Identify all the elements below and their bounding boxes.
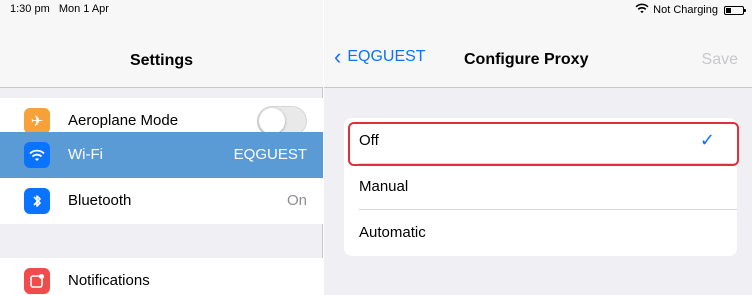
configure-proxy-pane: ‹ EQGUEST Configure Proxy Save Off ✓ Man… — [324, 0, 752, 295]
wifi-status-icon — [635, 3, 649, 17]
checkmark-icon: ✓ — [699, 130, 715, 150]
sidebar-item-label: Wi-Fi — [68, 146, 103, 163]
notifications-icon — [24, 268, 50, 294]
option-label: Off — [359, 132, 379, 149]
sidebar-item-label: Bluetooth — [68, 192, 132, 209]
sidebar-item-notifications[interactable]: Notifications — [0, 258, 323, 295]
status-date-value: Mon 1 Apr — [58, 3, 109, 15]
airplane-icon: ✈ — [24, 108, 50, 134]
ipad-screen: Settings ✈ Aeroplane Mode Wi-Fi EQGUEST — [0, 0, 752, 295]
settings-sidebar: Settings ✈ Aeroplane Mode Wi-Fi EQGUEST — [0, 0, 323, 295]
sidebar-item-bluetooth[interactable]: Bluetooth On — [0, 178, 323, 224]
option-label: Automatic — [359, 224, 426, 241]
page-title: Configure Proxy — [464, 51, 589, 68]
wifi-icon — [24, 142, 50, 168]
wifi-network-name: EQGUEST — [233, 146, 307, 163]
status-time: 1:30 pm Mon 1 Apr — [10, 3, 109, 15]
back-label: EQGUEST — [347, 48, 426, 65]
sidebar-item-label: Notifications — [68, 272, 150, 289]
sidebar-item-wifi[interactable]: Wi-Fi EQGUEST — [0, 132, 323, 178]
back-button[interactable]: ‹ EQGUEST — [334, 44, 426, 69]
settings-title: Settings — [129, 52, 194, 69]
status-time-value: 1:30 pm — [10, 3, 50, 15]
battery-icon — [724, 5, 746, 15]
status-right: Not Charging — [635, 3, 746, 17]
sidebar-item-label: Aeroplane Mode — [68, 112, 179, 129]
option-label: Manual — [359, 178, 409, 195]
bluetooth-status: On — [286, 192, 307, 209]
proxy-option-manual[interactable]: Manual — [344, 164, 737, 210]
save-button[interactable]: Save — [702, 51, 738, 69]
status-bar: 1:30 pm Mon 1 Apr Not Charging — [0, 0, 752, 18]
proxy-option-off[interactable]: Off ✓ — [344, 118, 737, 164]
toggle-knob — [259, 108, 285, 134]
proxy-options-list: Off ✓ Manual Automatic — [344, 118, 737, 256]
chevron-left-icon: ‹ — [334, 44, 342, 69]
charging-status: Not Charging — [653, 4, 718, 16]
bluetooth-icon — [24, 188, 50, 214]
proxy-option-automatic[interactable]: Automatic — [344, 210, 737, 256]
